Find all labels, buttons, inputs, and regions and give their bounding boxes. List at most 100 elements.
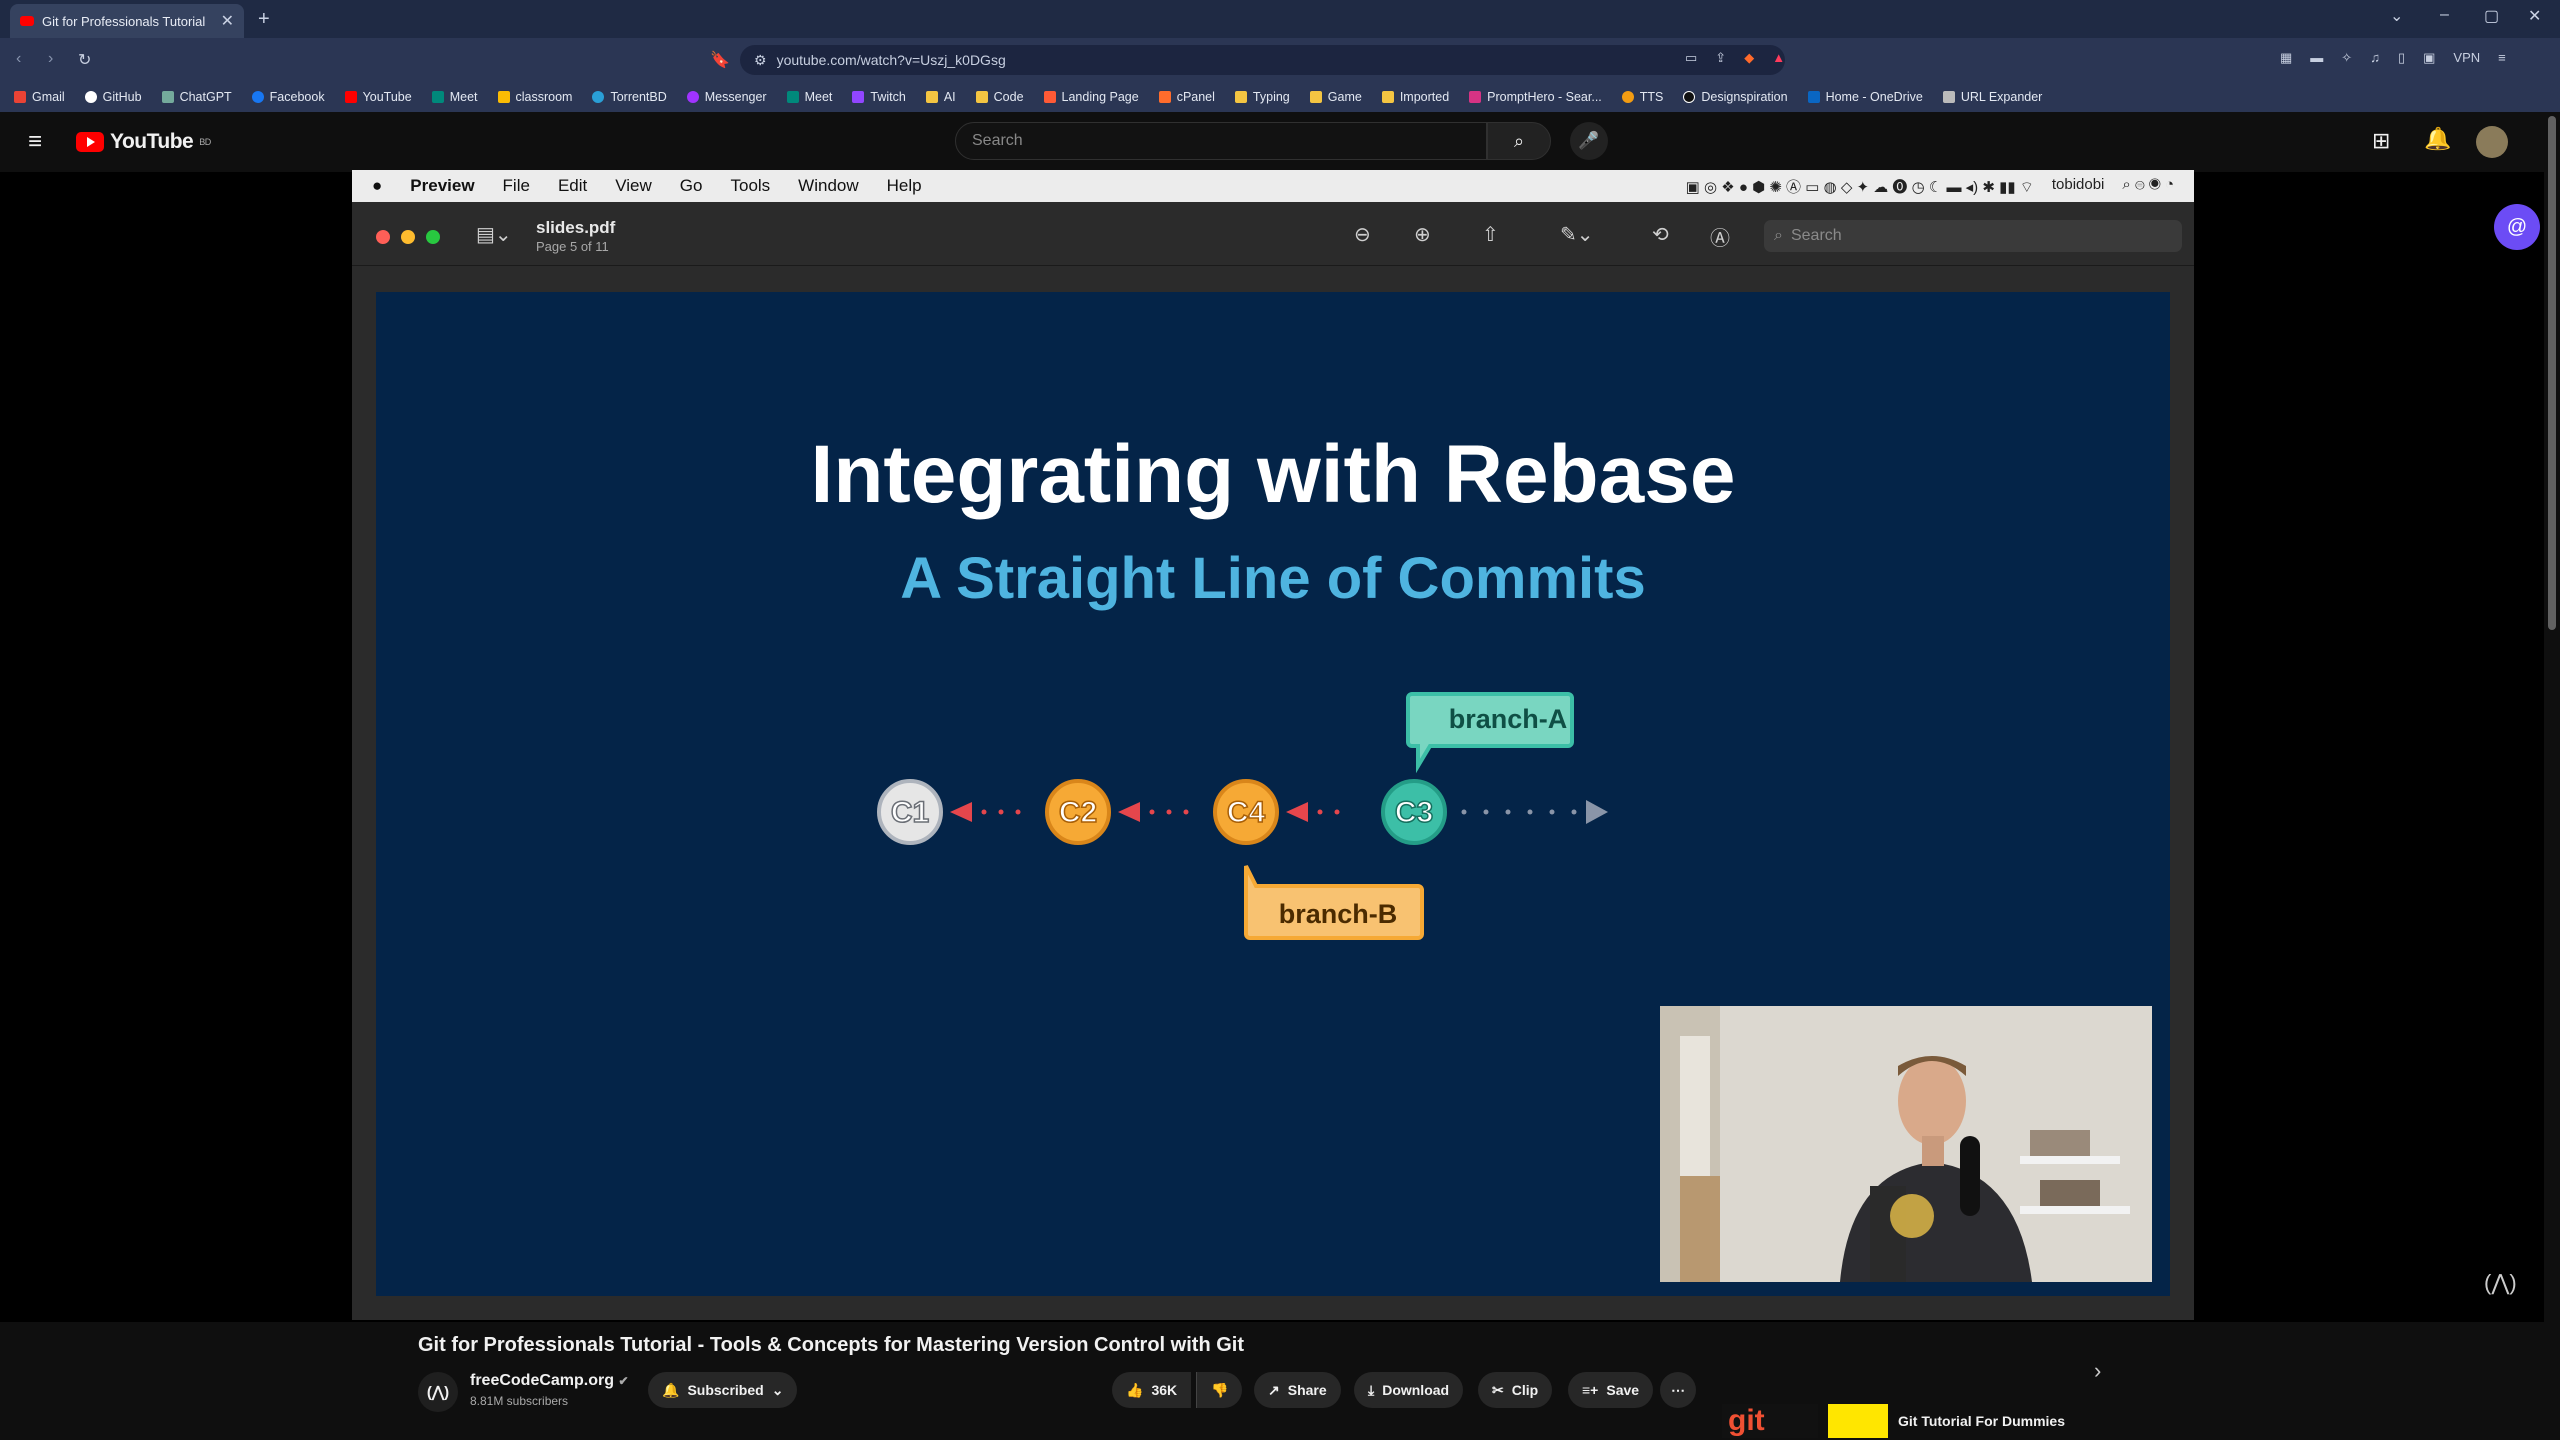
- notifications-icon[interactable]: 🔔: [2424, 126, 2451, 152]
- back-icon[interactable]: ‹: [16, 50, 21, 68]
- tab-search-icon[interactable]: ⌄: [2390, 6, 2403, 26]
- bookmark-item[interactable]: GitHub: [84, 90, 142, 104]
- extension-icon[interactable]: ▦: [2280, 50, 2292, 66]
- bookmark-item[interactable]: Landing Page: [1043, 90, 1139, 104]
- mac-user-name: tobidobi: [2051, 175, 2105, 193]
- cast-icon[interactable]: ▭: [1685, 50, 1697, 66]
- clip-button[interactable]: ✂ Clip: [1478, 1372, 1553, 1408]
- bookmark-icon: [431, 91, 444, 103]
- more-horizontal-icon: ⋯: [1671, 1381, 1685, 1398]
- more-actions-button[interactable]: ⋯: [1660, 1372, 1696, 1408]
- bookmark-item[interactable]: Facebook: [251, 90, 325, 104]
- bookmark-folder[interactable]: Typing: [1234, 90, 1290, 104]
- share-icon: ↗: [1268, 1381, 1280, 1398]
- bookmark-item[interactable]: Meet: [431, 90, 478, 104]
- share-page-icon[interactable]: ⇪: [1715, 50, 1726, 66]
- freecodecamp-watermark-icon: (⋀): [2484, 1270, 2517, 1295]
- chevron-right-icon[interactable]: ›: [2094, 1358, 2101, 1384]
- youtube-logo[interactable]: YouTube BD: [76, 130, 211, 154]
- share-button[interactable]: ↗ Share: [1254, 1372, 1341, 1408]
- site-info-icon[interactable]: ⚙: [754, 52, 767, 69]
- search-icon: ⌕: [1774, 227, 1783, 244]
- dislike-button[interactable]: 👎: [1196, 1372, 1243, 1408]
- minimize-icon[interactable]: –: [2440, 6, 2449, 24]
- like-button[interactable]: 👍 36K: [1112, 1372, 1192, 1408]
- branch-b-label: branch-B: [1244, 865, 1424, 940]
- puzzle-icon[interactable]: ✧: [2341, 50, 2352, 66]
- new-tab-icon[interactable]: +: [258, 8, 270, 31]
- bookmark-item[interactable]: ChatGPT: [161, 90, 232, 104]
- avatar[interactable]: [2476, 126, 2508, 158]
- create-video-icon[interactable]: ⊞: [2372, 128, 2390, 154]
- extension-floating-button[interactable]: @: [2494, 204, 2540, 250]
- media-icon[interactable]: ♫: [2370, 50, 2380, 66]
- close-light-icon: [376, 230, 390, 244]
- region-code: BD: [199, 137, 211, 147]
- subscribed-button[interactable]: 🔔 Subscribed ⌄: [648, 1372, 798, 1408]
- pdf-title: slides.pdf: [536, 218, 616, 237]
- brave-rewards-icon[interactable]: ▲: [1772, 50, 1785, 66]
- bookmark-item[interactable]: TTS: [1621, 90, 1663, 104]
- wallet-icon[interactable]: ▣: [2423, 50, 2435, 66]
- bookmark-item[interactable]: Messenger: [686, 90, 767, 104]
- recommended-title: Git Tutorial For Dummies: [1898, 1413, 2065, 1429]
- bookmark-item[interactable]: Twitch: [852, 90, 906, 104]
- channel-avatar[interactable]: (⋀): [418, 1372, 458, 1412]
- brave-shield-icon[interactable]: ◆: [1744, 50, 1754, 66]
- browser-tab[interactable]: Git for Professionals Tutorial ✕: [10, 4, 244, 38]
- bookmark-icon: [1621, 91, 1634, 103]
- bookmark-icon: [344, 91, 357, 103]
- page-scrollbar[interactable]: [2544, 112, 2560, 1440]
- scrollbar-thumb[interactable]: [2548, 116, 2556, 630]
- bookmark-item[interactable]: classroom: [497, 90, 572, 104]
- extensions-row: ▦ ▬ ✧ ♫ ▯ ▣ VPN ≡: [2280, 50, 2506, 66]
- save-button[interactable]: ≡+ Save: [1568, 1372, 1654, 1408]
- vpn-button[interactable]: VPN: [2453, 50, 2480, 66]
- bookmark-folder[interactable]: Code: [975, 90, 1024, 104]
- bookmark-item[interactable]: Designspiration: [1683, 90, 1788, 104]
- bookmark-item[interactable]: Gmail: [14, 90, 65, 104]
- menu-icon[interactable]: ≡: [2498, 50, 2506, 66]
- download-button[interactable]: ⤓ Download: [1354, 1372, 1464, 1408]
- maximize-icon[interactable]: ▢: [2484, 6, 2499, 26]
- youtube-play-icon: [76, 132, 104, 152]
- bookmark-item[interactable]: Home - OneDrive: [1807, 90, 1923, 104]
- subscriber-count: 8.81M subscribers: [470, 1394, 569, 1408]
- bookmark-item[interactable]: YouTube: [344, 90, 412, 104]
- commit-c1: C1: [877, 779, 943, 845]
- bookmark-icon: [1043, 91, 1056, 103]
- bookmark-folder[interactable]: AI: [925, 90, 956, 104]
- bookmark-item[interactable]: cPanel: [1158, 90, 1215, 104]
- bookmark-page-icon[interactable]: 🔖: [710, 50, 730, 70]
- extension-icon[interactable]: ▬: [2310, 50, 2323, 66]
- recommended-thumbnail: git: [1722, 1404, 1818, 1438]
- menu-item: Go: [679, 176, 703, 195]
- recommended-video[interactable]: git Git Tutorial For Dummies: [1722, 1402, 2068, 1440]
- bookmark-item[interactable]: PromptHero - Sear...: [1469, 90, 1602, 104]
- sidebar-icon[interactable]: ▯: [2398, 50, 2405, 66]
- bookmark-folder[interactable]: Imported: [1381, 90, 1449, 104]
- reload-icon[interactable]: ↻: [78, 50, 91, 70]
- bookmark-item[interactable]: URL Expander: [1942, 90, 2042, 104]
- bookmark-folder[interactable]: Game: [1309, 90, 1362, 104]
- commit-diagram: C1 C2 C4 C3 branch-A branch-B: [877, 692, 1608, 940]
- thumbs-down-icon: 👎: [1211, 1381, 1229, 1398]
- bookmark-item[interactable]: TorrentBD: [592, 90, 667, 104]
- commit-c3: C3: [1381, 779, 1447, 845]
- forward-icon[interactable]: ›: [48, 50, 53, 68]
- address-bar-actions: ▭ ⇪ ◆ ▲: [1685, 50, 1785, 66]
- youtube-search-input[interactable]: Search: [955, 122, 1487, 160]
- address-bar[interactable]: ⚙ youtube.com/watch?v=Uszj_k0DGsg: [740, 45, 1785, 75]
- voice-search-button[interactable]: 🎤: [1570, 122, 1608, 160]
- channel-name[interactable]: freeCodeCamp.org ✔: [470, 1372, 629, 1390]
- menu-item: Edit: [557, 176, 588, 195]
- bookmark-item[interactable]: Meet: [786, 90, 832, 104]
- search-button[interactable]: ⌕: [1487, 122, 1551, 160]
- menu-item: View: [615, 176, 652, 195]
- bell-icon: 🔔: [662, 1381, 680, 1398]
- close-window-icon[interactable]: ✕: [2528, 6, 2541, 26]
- mac-status-icons: ▣ ◎ ❖ ● ⬢ ✺ Ⓐ ▭ ◍ ◇ ✦ ☁ ⓿ ◷ ☾ ▬ ◂) ✱ ▮▮ …: [1686, 176, 2174, 197]
- close-tab-icon[interactable]: ✕: [221, 11, 234, 31]
- bookmark-icon: [84, 91, 97, 103]
- hamburger-menu-icon[interactable]: ≡: [28, 128, 42, 156]
